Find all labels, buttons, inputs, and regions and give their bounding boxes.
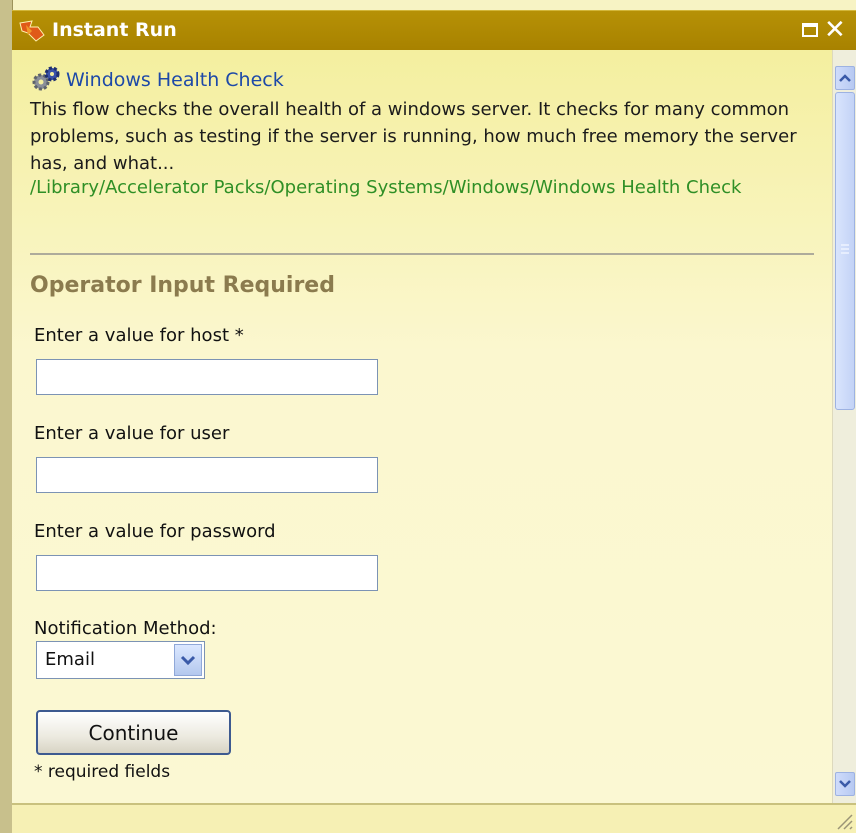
maximize-icon[interactable]: [802, 23, 818, 37]
run-arrow-icon: [19, 20, 45, 42]
divider: [30, 253, 814, 255]
continue-button[interactable]: Continue: [36, 710, 231, 755]
user-input[interactable]: [36, 457, 378, 493]
gear-icon: [32, 66, 60, 91]
host-input[interactable]: [36, 359, 378, 395]
close-icon[interactable]: ✕: [824, 13, 846, 47]
chevron-up-icon: [839, 74, 851, 82]
vertical-scrollbar[interactable]: [832, 50, 856, 803]
required-fields-note: * required fields: [34, 762, 171, 782]
password-input[interactable]: [36, 555, 378, 591]
grip-icon: [841, 244, 849, 254]
scroll-down-button[interactable]: [835, 772, 855, 796]
scroll-thumb[interactable]: [835, 92, 855, 410]
resize-grip-icon[interactable]: [832, 809, 854, 831]
notification-method-select[interactable]: Email: [36, 641, 205, 679]
notification-method-label: Notification Method:: [34, 618, 217, 639]
chevron-down-icon[interactable]: [174, 644, 202, 676]
user-label: Enter a value for user: [34, 423, 230, 444]
instant-run-window: Instant Run ✕ Windows Health Check This …: [12, 10, 856, 833]
flow-path[interactable]: /Library/Accelerator Packs/Operating Sys…: [30, 177, 741, 198]
chevron-down-icon: [839, 780, 851, 788]
host-label: Enter a value for host *: [34, 325, 244, 346]
flow-panel: Windows Health Check This flow checks th…: [12, 50, 832, 803]
flow-description: This flow checks the overall health of a…: [30, 99, 797, 174]
status-bar: [12, 803, 856, 833]
section-title: Operator Input Required: [30, 273, 335, 298]
scroll-up-button[interactable]: [835, 66, 855, 90]
notification-method-value: Email: [45, 649, 95, 670]
flow-name-link[interactable]: Windows Health Check: [66, 69, 284, 91]
title-bar[interactable]: Instant Run ✕: [12, 10, 856, 50]
password-label: Enter a value for password: [34, 521, 276, 542]
window-title: Instant Run: [52, 19, 177, 41]
